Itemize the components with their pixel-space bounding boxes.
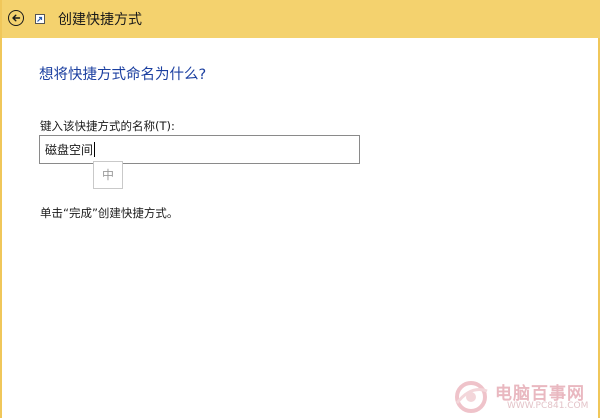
title-bar: 创建快捷方式 xyxy=(2,0,600,38)
ime-mode-indicator: 中 xyxy=(93,161,123,189)
back-arrow-icon xyxy=(12,14,21,22)
ime-mode-text: 中 xyxy=(101,168,114,182)
watermark-url: WWW.PC841.COM xyxy=(507,401,589,411)
window-title: 创建快捷方式 xyxy=(58,12,142,28)
shortcut-icon xyxy=(35,14,45,24)
text-caret xyxy=(94,142,96,157)
watermark-logo-icon xyxy=(455,381,488,413)
shortcut-name-input[interactable]: 磁盘空间 xyxy=(39,135,360,164)
finish-hint: 单击“完成”创建快捷方式。 xyxy=(40,206,179,220)
shortcut-name-value: 磁盘空间 xyxy=(45,141,96,158)
create-shortcut-window: 创建快捷方式 想将快捷方式命名为什么? 键入该快捷方式的名称(T): 磁盘空间 … xyxy=(0,0,600,418)
site-watermark: 电脑百事网 WWW.PC841.COM xyxy=(451,377,600,417)
shortcut-name-label: 键入该快捷方式的名称(T): xyxy=(40,119,175,133)
page-heading: 想将快捷方式命名为什么? xyxy=(39,67,207,83)
shortcut-name-text: 磁盘空间 xyxy=(45,143,94,157)
back-button[interactable] xyxy=(8,10,24,26)
